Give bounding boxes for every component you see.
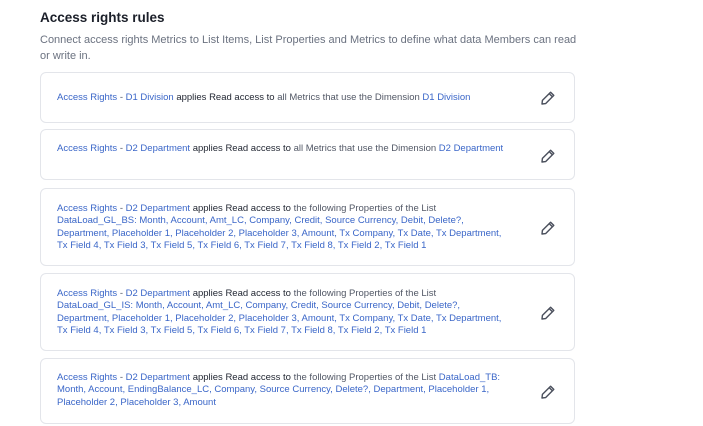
rule-link[interactable]: D1 Division	[422, 92, 470, 103]
rule-text: Access Rights - D2 Department applies Re…	[57, 372, 512, 409]
rule-text: Access Rights - D1 Division applies Read…	[57, 92, 512, 104]
rule-link[interactable]: D1 Division	[126, 92, 174, 103]
rule-link[interactable]: Access Rights	[57, 372, 117, 383]
rule-link[interactable]: Access Rights	[57, 288, 117, 299]
rule-text-fragment: -	[117, 203, 126, 214]
page-subtitle: Connect access rights Metrics to List It…	[40, 34, 577, 62]
rule-link[interactable]: DataLoad_GL_BS: Month, Account, Amt_LC, …	[57, 215, 501, 251]
rule-link[interactable]: D2 Department	[126, 143, 190, 154]
rule-text-fragment: applies Read access to	[173, 92, 278, 103]
rule-link[interactable]: Access Rights	[57, 92, 117, 103]
rule-link[interactable]: Access Rights	[57, 203, 117, 214]
rule-text-fragment: applies Read access to	[190, 203, 294, 214]
rule-text-fragment: the following Properties of the List	[293, 203, 437, 214]
rule-text: Access Rights - D2 Department applies Re…	[57, 143, 512, 155]
pencil-icon[interactable]	[540, 220, 556, 236]
rule-card: Access Rights - D1 Division applies Read…	[40, 72, 575, 123]
rule-card: Access Rights - D2 Department applies Re…	[40, 273, 575, 351]
pencil-icon[interactable]	[540, 305, 556, 321]
rule-text-fragment: applies Read access to	[190, 372, 294, 383]
rule-text-fragment: applies Read access to	[190, 288, 294, 299]
rule-text-fragment: -	[117, 143, 126, 154]
rule-link[interactable]: DataLoad_GL_IS: Month, Account, Amt_LC, …	[57, 300, 501, 336]
rule-link[interactable]: D2 Department	[126, 288, 190, 299]
rule-link[interactable]: D2 Department	[126, 372, 190, 383]
rule-card: Access Rights - D2 Department applies Re…	[40, 129, 575, 180]
rule-link[interactable]: D2 Department	[439, 143, 503, 154]
section-header: Access rights rules Connect access right…	[40, 9, 600, 64]
rule-text: Access Rights - D2 Department applies Re…	[57, 288, 512, 337]
rule-card: Access Rights - D2 Department applies Re…	[40, 358, 575, 424]
rule-link[interactable]: Access Rights	[57, 143, 117, 154]
rule-text-fragment: -	[117, 372, 126, 383]
rule-card: Access Rights - D2 Department applies Re…	[40, 188, 575, 266]
rule-text-fragment: all Metrics that use the Dimension	[277, 92, 423, 103]
rule-link[interactable]: D2 Department	[126, 203, 190, 214]
rule-text-fragment: the following Properties of the List	[293, 288, 437, 299]
rule-text-fragment: -	[117, 288, 126, 299]
rule-text-fragment: applies Read access to	[190, 143, 294, 154]
rule-text-fragment: all Metrics that use the Dimension	[293, 143, 439, 154]
pencil-icon[interactable]	[540, 148, 556, 164]
rule-text-fragment: the following Properties of the List	[293, 372, 439, 383]
page-title: Access rights rules	[40, 10, 165, 25]
rule-text-fragment: -	[117, 92, 126, 103]
pencil-icon[interactable]	[540, 90, 556, 106]
pencil-icon[interactable]	[540, 384, 556, 400]
rule-text: Access Rights - D2 Department applies Re…	[57, 203, 512, 252]
